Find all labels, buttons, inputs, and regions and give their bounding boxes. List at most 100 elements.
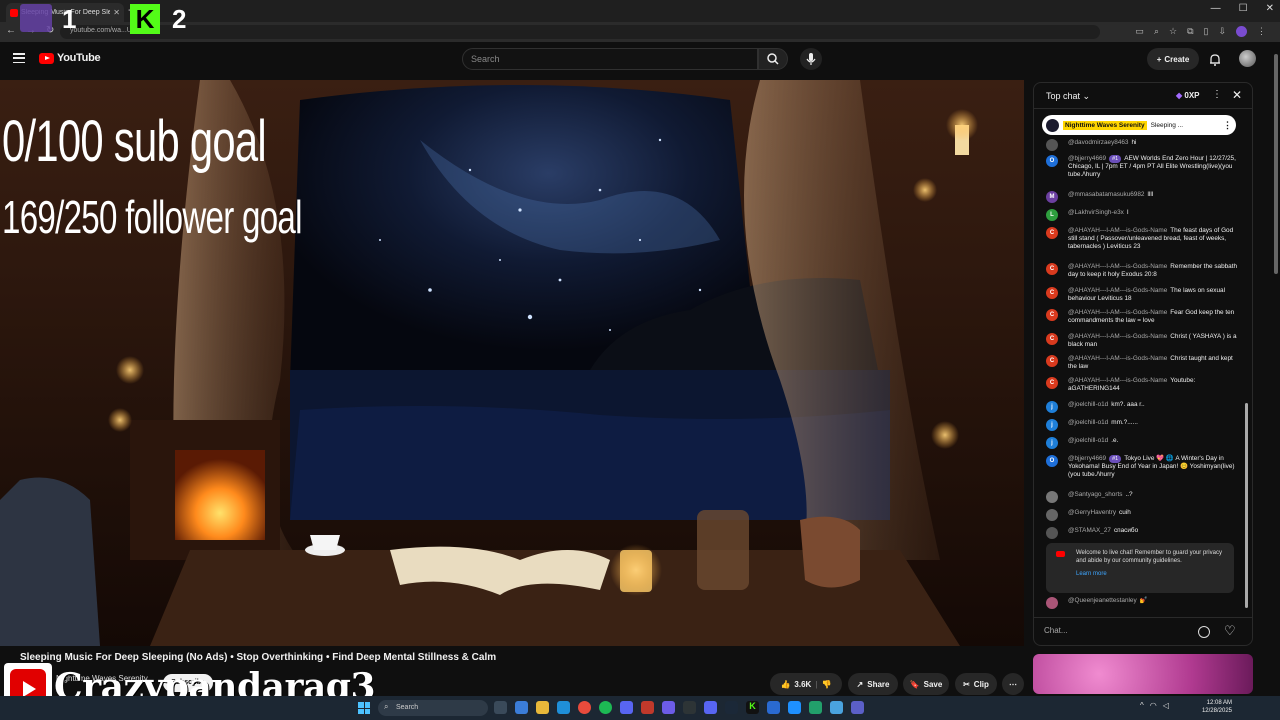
share-button[interactable]: ↗ Share <box>848 673 898 695</box>
message-author[interactable]: @AHAYAH---I-AM---is-Gods-Name <box>1068 333 1167 340</box>
create-button[interactable]: + Create <box>1147 48 1199 70</box>
window-close-icon[interactable]: ✕ <box>1266 3 1274 14</box>
sidebar-icon[interactable]: ▯ <box>1204 26 1209 37</box>
learn-more-link[interactable]: Learn more <box>1076 570 1226 578</box>
recommended-video-thumbnail[interactable] <box>1033 654 1253 694</box>
heart-icon[interactable]: ♡ <box>1224 623 1236 639</box>
message-author[interactable]: @GerryHaventry <box>1068 509 1116 516</box>
browser-tab-bar: Sleeping Music For Deep Sle... ✕ + — ☐ ✕ <box>0 0 1280 22</box>
message-text: .e. <box>1111 437 1119 444</box>
message-author[interactable]: @STAMAX_27 <box>1068 527 1111 534</box>
message-author[interactable]: @Queenjeanettestanley <box>1068 597 1137 604</box>
search-input[interactable]: Search <box>462 48 758 70</box>
url-field[interactable]: youtube.com/wa...UC... <box>60 25 1100 39</box>
steam-icon[interactable] <box>725 701 738 714</box>
back-icon[interactable]: ← <box>6 25 16 36</box>
message-author[interactable]: @joelchill-o1d <box>1068 419 1108 426</box>
tab-close-icon[interactable]: ✕ <box>113 8 120 17</box>
discord-icon[interactable] <box>620 701 633 714</box>
avatar: C <box>1046 355 1058 367</box>
browser-profile-avatar[interactable] <box>1236 26 1247 37</box>
app-icon-lightblue[interactable] <box>788 701 801 714</box>
clip-button[interactable]: ✂ Clip <box>955 673 997 695</box>
avatar[interactable] <box>1239 50 1256 67</box>
edge-icon[interactable] <box>557 701 570 714</box>
pinned-more-icon[interactable]: ⋮ <box>1223 120 1232 131</box>
tray-chevron-icon[interactable]: ^ <box>1140 701 1144 710</box>
chrome-icon[interactable] <box>578 701 591 714</box>
app-icon-dark[interactable] <box>683 701 696 714</box>
message-author[interactable]: @joelchill-o1d <box>1068 437 1108 444</box>
emoji-icon[interactable] <box>1198 626 1210 638</box>
pinned-message[interactable]: Nighttime Waves Serenity Sleeping ... ⋮ <box>1042 115 1236 135</box>
chat-more-icon[interactable]: ⋮ <box>1212 89 1222 100</box>
overlay-number-2: 2 <box>172 4 187 34</box>
maximize-icon[interactable]: ☐ <box>1239 3 1248 14</box>
avatar <box>1046 597 1058 609</box>
file-explorer-icon[interactable] <box>536 701 549 714</box>
volume-icon[interactable]: ◁ <box>1163 701 1169 710</box>
app-icon-cyan[interactable] <box>830 701 843 714</box>
message-author[interactable]: @bjjerry4669 <box>1068 455 1106 462</box>
voice-search-button[interactable] <box>800 48 822 70</box>
discord-alt-icon[interactable] <box>704 701 717 714</box>
live-chat-panel: Top chat ⌄ ◆ 0XP ⋮ ✕ Nighttime Waves Ser… <box>1033 82 1253 646</box>
windows-start-icon[interactable] <box>358 702 370 714</box>
message-author[interactable]: @AHAYAH---I-AM---is-Gods-Name <box>1068 227 1167 234</box>
system-clock[interactable]: 12:08 AM 12/28/2025 <box>1200 699 1232 715</box>
message-author[interactable]: @AHAYAH---I-AM---is-Gods-Name <box>1068 377 1167 384</box>
notifications-bell-icon[interactable] <box>1208 53 1222 67</box>
downloads-icon[interactable]: ⇩ <box>1218 26 1226 37</box>
video-player[interactable]: 0/100 sub goal 169/250 follower goal <box>0 80 1024 646</box>
zoom-icon[interactable]: ⌕ <box>1154 26 1159 37</box>
search-button[interactable] <box>758 48 788 70</box>
more-actions-button[interactable]: ⋯ <box>1002 673 1024 695</box>
kick-logo-icon: K <box>130 4 160 34</box>
save-button[interactable]: 🔖 Save <box>903 673 949 695</box>
kick-app-icon[interactable]: K <box>746 701 759 714</box>
message-author[interactable]: @joelchill-o1d <box>1068 401 1108 408</box>
message-author[interactable]: @LakhvirSingh-e3x <box>1068 209 1124 216</box>
browser-menu-icon[interactable]: ⋮ <box>1257 26 1266 37</box>
chat-close-icon[interactable]: ✕ <box>1232 88 1242 102</box>
hamburger-menu-icon[interactable] <box>13 53 25 63</box>
follower-goal-overlay: 169/250 follower goal <box>2 191 302 243</box>
youtube-logo[interactable]: YouTube <box>39 52 101 64</box>
thumbs-down-icon[interactable]: 👎 <box>822 680 832 689</box>
youtube-header: YouTube Search + Create <box>0 42 1280 78</box>
message-author[interactable]: @AHAYAH---I-AM---is-Gods-Name <box>1068 355 1167 362</box>
spotify-icon[interactable] <box>599 701 612 714</box>
app-icon-blue[interactable] <box>767 701 780 714</box>
message-author[interactable]: @AHAYAH---I-AM---is-Gods-Name <box>1068 263 1167 270</box>
app-icon-purple[interactable] <box>662 701 675 714</box>
task-view-icon[interactable] <box>494 701 507 714</box>
chat-input[interactable]: Chat... <box>1044 626 1068 635</box>
avatar: C <box>1046 287 1058 299</box>
message-author[interactable]: @AHAYAH---I-AM---is-Gods-Name <box>1068 309 1167 316</box>
chat-scrollbar[interactable] <box>1245 403 1248 608</box>
microphone-icon <box>806 53 816 65</box>
list-item: @Queenjeanettestanley 💅 <box>1046 597 1238 609</box>
app-icon-green[interactable] <box>809 701 822 714</box>
message-author[interactable]: @mmasabatamasuku6982 <box>1068 191 1144 198</box>
windows-taskbar: ⌕ Search K ^ ◠ ◁ 12:08 AM 12/28/2025 <box>0 696 1280 720</box>
message-author[interactable]: @bjjerry4669 <box>1068 155 1106 162</box>
list-item: @STAMAX_27 спасибо <box>1046 527 1238 539</box>
like-dislike-button[interactable]: 👍 3.6K | 👎 <box>770 673 842 695</box>
message-author[interactable]: @Santyago_shorts <box>1068 491 1122 498</box>
cast-icon[interactable]: ▭ <box>1135 26 1144 37</box>
teams-icon[interactable] <box>851 701 864 714</box>
bookmark-star-icon[interactable]: ☆ <box>1169 26 1177 37</box>
page-scrollbar[interactable] <box>1272 44 1280 720</box>
app-icon-red[interactable] <box>641 701 654 714</box>
xp-badge[interactable]: ◆ 0XP <box>1176 91 1200 100</box>
youtube-play-icon <box>39 52 54 64</box>
message-author[interactable]: @AHAYAH---I-AM---is-Gods-Name <box>1068 287 1167 294</box>
chat-mode-selector[interactable]: Top chat ⌄ <box>1046 91 1090 102</box>
extensions-icon[interactable]: ⧉ <box>1187 26 1193 37</box>
widgets-icon[interactable] <box>515 701 528 714</box>
minimize-icon[interactable]: — <box>1211 3 1221 14</box>
taskbar-search-input[interactable]: ⌕ Search <box>378 700 488 716</box>
message-author[interactable]: @davodmirzaey8463 <box>1068 139 1129 146</box>
wifi-icon[interactable]: ◠ <box>1150 701 1157 710</box>
